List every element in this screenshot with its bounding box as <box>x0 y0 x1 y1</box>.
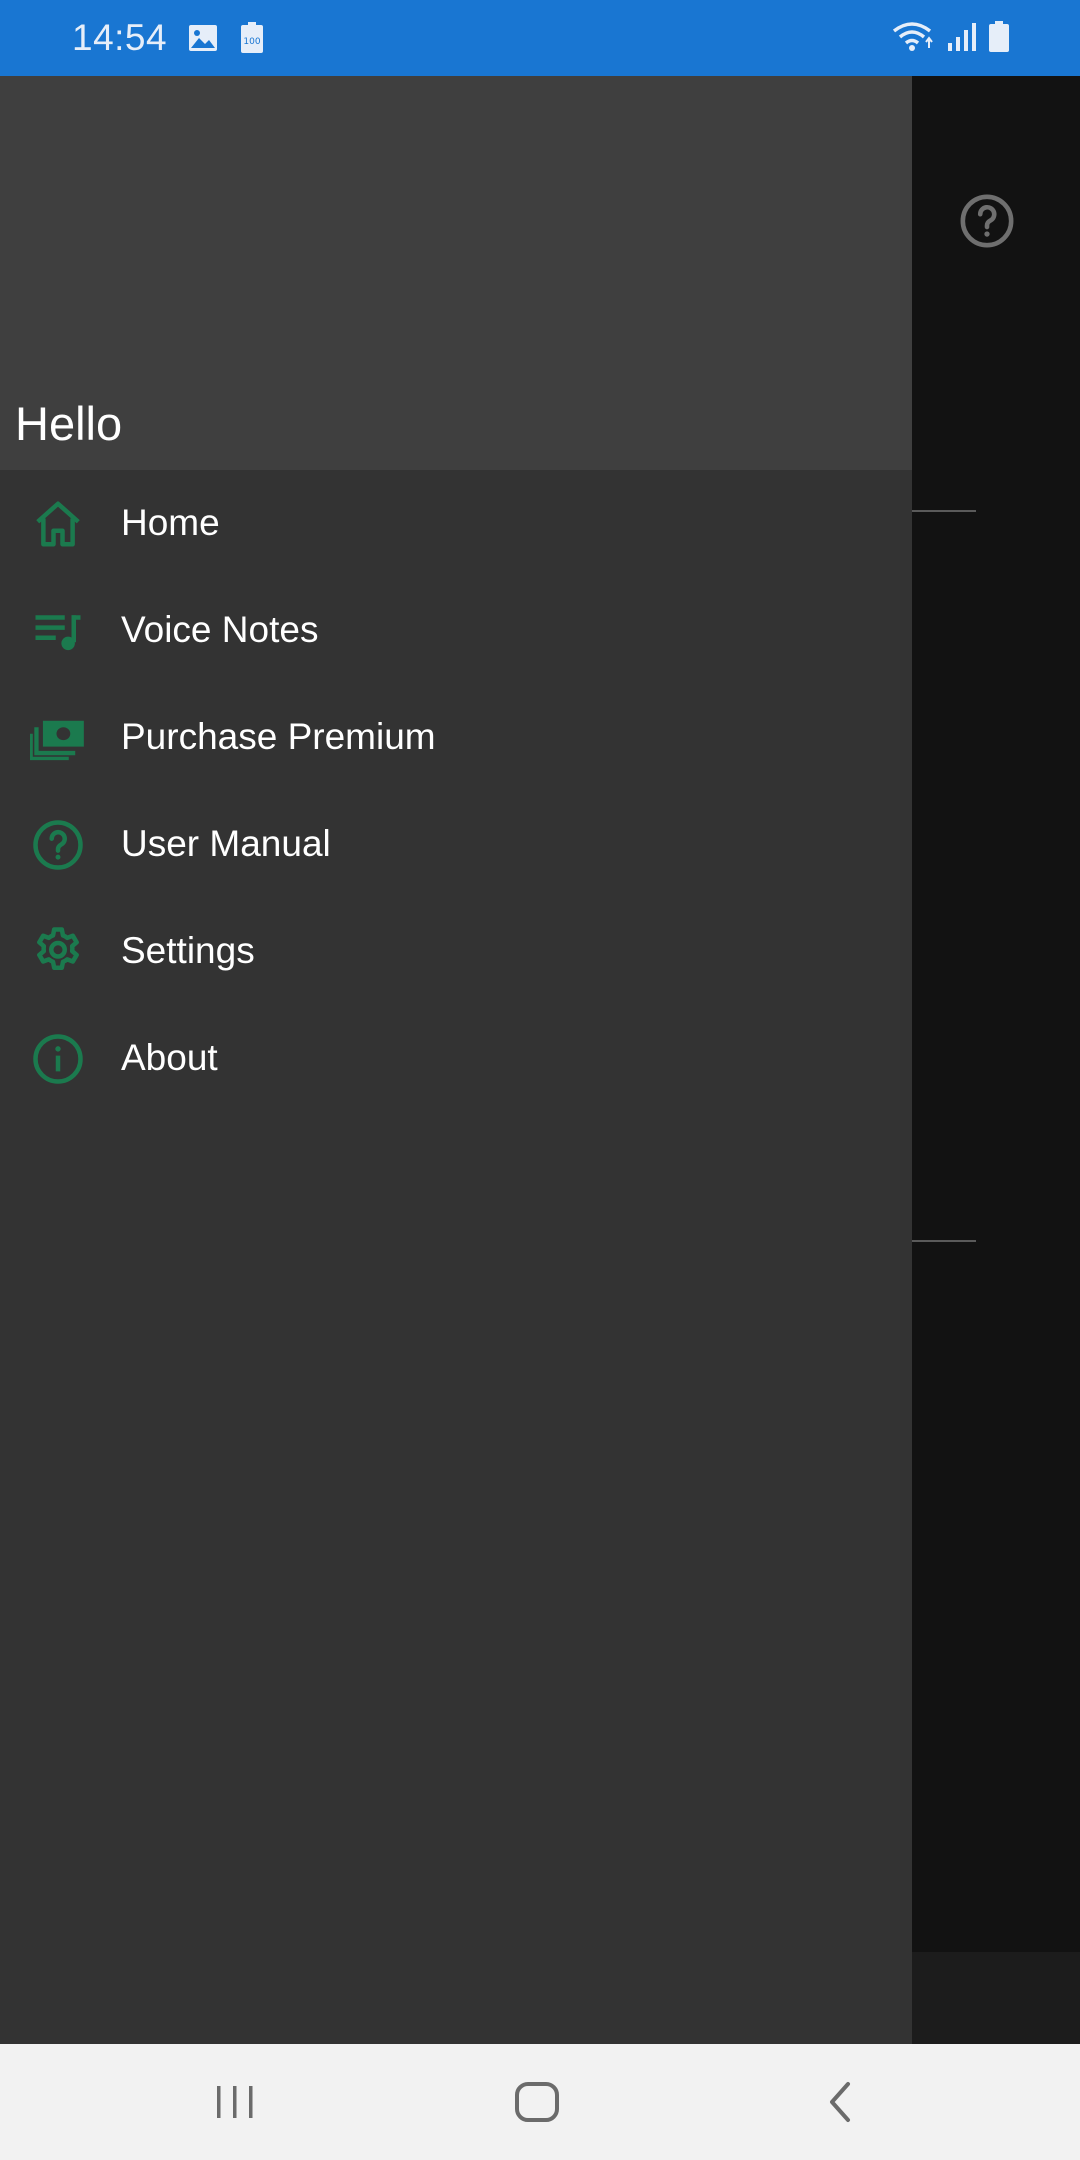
system-nav-bar <box>0 2044 1080 2160</box>
status-icons-right <box>892 20 1010 59</box>
gear-icon <box>30 924 86 980</box>
menu-item-label: Settings <box>121 930 255 971</box>
menu-item-label: User Manual <box>121 823 331 864</box>
home-button-icon[interactable] <box>507 2074 567 2130</box>
battery-saver-icon: 100 <box>240 22 264 59</box>
menu-item-home[interactable]: Home <box>0 470 912 577</box>
screen: 14:54 100 Hello Home Voice Notes Purchas… <box>0 0 1080 2160</box>
back-icon[interactable] <box>810 2074 870 2130</box>
menu-item-user-manual[interactable]: User Manual <box>0 791 912 898</box>
image-icon <box>188 24 218 57</box>
status-bar: 14:54 100 <box>0 0 1080 76</box>
cash-multiple-icon <box>30 710 86 766</box>
svg-text:100: 100 <box>243 37 260 47</box>
info-icon <box>30 1031 86 1087</box>
menu-item-label: Home <box>121 502 220 543</box>
menu-item-about[interactable]: About <box>0 1005 912 1112</box>
menu-item-label: About <box>121 1037 218 1078</box>
signal-icon <box>946 21 978 58</box>
drawer-menu: Home Voice Notes Purchase Premium User M… <box>0 470 912 1112</box>
menu-item-voice-notes[interactable]: Voice Notes <box>0 577 912 684</box>
battery-icon <box>988 21 1010 58</box>
status-time: 14:54 <box>72 17 168 58</box>
status-icons-left: 100 <box>188 22 264 59</box>
menu-item-label: Purchase Premium <box>121 716 436 757</box>
help-circle-icon[interactable] <box>958 192 1016 255</box>
drawer-header: Hello <box>0 76 912 470</box>
background-divider <box>912 510 976 512</box>
wifi-icon <box>892 20 936 59</box>
recent-apps-icon[interactable] <box>205 2074 265 2130</box>
navigation-drawer: Hello Home Voice Notes Purchase Premium … <box>0 76 912 2044</box>
playlist-music-icon <box>30 603 86 659</box>
background-divider <box>912 1240 976 1242</box>
home-icon <box>30 496 86 552</box>
background-bottom-bar <box>912 1952 1080 2044</box>
drawer-title: Hello <box>15 397 123 450</box>
menu-item-purchase-premium[interactable]: Purchase Premium <box>0 684 912 791</box>
help-circle-icon <box>30 817 86 873</box>
menu-item-label: Voice Notes <box>121 609 319 650</box>
menu-item-settings[interactable]: Settings <box>0 898 912 1005</box>
